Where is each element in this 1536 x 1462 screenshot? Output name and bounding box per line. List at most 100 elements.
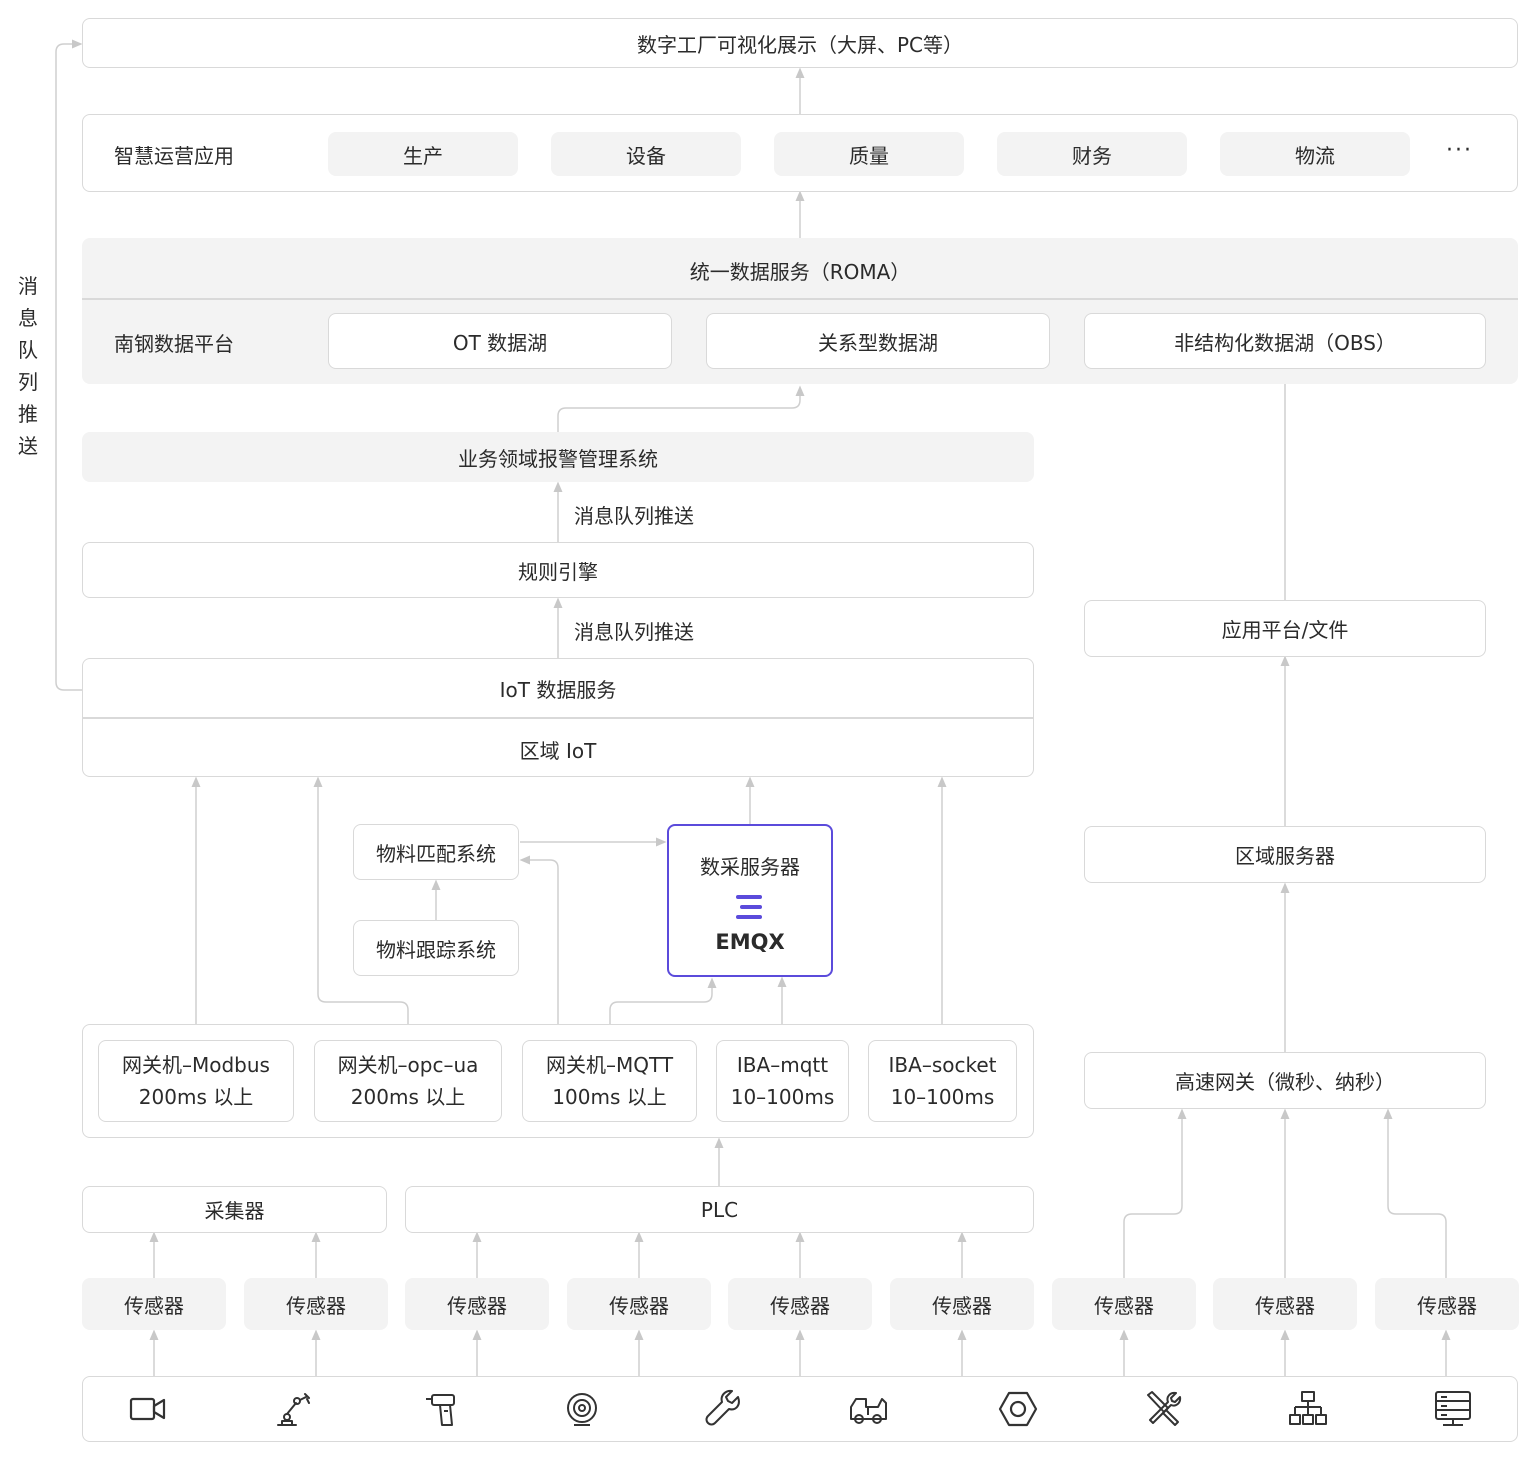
gateway-latency: 100ms 以上 (552, 1085, 667, 1109)
rule-engine-box: 规则引擎 (82, 542, 1034, 598)
wrench-icon (704, 1389, 744, 1429)
server-icon (1433, 1389, 1473, 1429)
app-platform-box: 应用平台/文件 (1084, 600, 1486, 657)
gateway-name: 网关机–opc–ua (337, 1053, 479, 1077)
network-icon (1288, 1389, 1328, 1429)
emqx-brand-label: EMQX (715, 930, 785, 954)
relational-data-lake: 关系型数据湖 (706, 313, 1050, 369)
sensor-box: 传感器 (890, 1278, 1034, 1330)
side-label-char: 队 (18, 338, 38, 362)
gateway-name: IBA–mqtt (736, 1053, 829, 1077)
platform-divider (82, 298, 1518, 300)
drill-icon (422, 1389, 462, 1429)
ot-data-lake: OT 数据湖 (328, 313, 672, 369)
regional-server-box: 区域服务器 (1084, 826, 1486, 883)
gateway-iba-mqtt: IBA–mqtt 10–100ms (716, 1040, 849, 1122)
mq-push-label-2: 消息队列推送 (574, 620, 694, 644)
side-label-char: 消 (18, 274, 38, 298)
robot-arm-icon (274, 1389, 314, 1429)
app-item-finance: 财务 (997, 132, 1187, 176)
unified-service-title: 统一数据服务（ROMA） (689, 260, 911, 284)
material-match-box: 物料匹配系统 (353, 824, 519, 880)
material-track-label: 物料跟踪系统 (376, 937, 496, 962)
top-display-box: 数字工厂可视化展示（大屏、PC等） (82, 18, 1518, 68)
data-platform-label: 南钢数据平台 (114, 332, 234, 356)
app-platform-label: 应用平台/文件 (1221, 618, 1349, 642)
alarm-system-label: 业务领域报警管理系统 (458, 446, 658, 471)
sensor-box: 传感器 (728, 1278, 872, 1330)
plc-label: PLC (700, 1197, 739, 1222)
sensor-label: 传感器 (1094, 1293, 1154, 1318)
app-item-label: 财务 (1072, 143, 1112, 168)
sensor-label: 传感器 (932, 1293, 992, 1318)
iot-divider (82, 717, 1034, 719)
sensor-box: 传感器 (1375, 1278, 1519, 1330)
sensor-box: 传感器 (1213, 1278, 1357, 1330)
app-item-production: 生产 (328, 132, 518, 176)
sensor-label: 传感器 (286, 1293, 346, 1318)
gateway-latency: 10–100ms (890, 1085, 995, 1109)
app-item-label: 物流 (1295, 143, 1335, 168)
sensor-box: 传感器 (1052, 1278, 1196, 1330)
top-display-label: 数字工厂可视化展示（大屏、PC等） (636, 32, 964, 57)
relational-data-lake-label: 关系型数据湖 (818, 330, 938, 355)
app-item-label: 生产 (403, 143, 443, 168)
app-item-label: 设备 (626, 143, 666, 168)
sensor-label: 传感器 (770, 1293, 830, 1318)
sensor-label: 传感器 (1255, 1293, 1315, 1318)
camera-icon (128, 1389, 168, 1429)
side-label-char: 送 (18, 434, 38, 458)
app-item-quality: 质量 (774, 132, 964, 176)
alarm-system-box: 业务领域报警管理系统 (82, 432, 1034, 482)
smart-apps-label: 智慧运营应用 (114, 144, 234, 168)
collector-box: 采集器 (82, 1186, 387, 1233)
iot-data-service-label: IoT 数据服务 (499, 678, 617, 702)
truck-icon (848, 1389, 888, 1429)
gateway-latency: 200ms 以上 (138, 1085, 254, 1109)
high-speed-gateway-box: 高速网关（微秒、纳秒） (1084, 1052, 1486, 1109)
gateway-iba-socket: IBA–socket 10–100ms (868, 1040, 1017, 1122)
material-match-label: 物料匹配系统 (376, 841, 496, 866)
side-label-char: 息 (18, 306, 38, 330)
gateway-latency: 10–100ms (730, 1085, 835, 1109)
data-server-box: 数采服务器 EMQX (667, 824, 833, 977)
hex-nut-icon (998, 1389, 1038, 1429)
side-label-char: 列 (18, 370, 38, 394)
emqx-logo-icon (736, 895, 762, 919)
plc-box: PLC (405, 1186, 1034, 1233)
regional-iot-label: 区域 IoT (519, 739, 597, 763)
gateway-opcua: 网关机–opc–ua 200ms 以上 (314, 1040, 502, 1122)
high-speed-gateway-label: 高速网关（微秒、纳秒） (1175, 1070, 1395, 1094)
rule-engine-label: 规则引擎 (518, 559, 598, 584)
more-ellipsis: ··· (1446, 138, 1473, 163)
sensor-label: 传感器 (124, 1293, 184, 1318)
gateway-name: 网关机–MQTT (545, 1053, 674, 1077)
app-item-logistics: 物流 (1220, 132, 1410, 176)
sensor-box: 传感器 (567, 1278, 711, 1330)
unstructured-data-lake: 非结构化数据湖（OBS） (1084, 313, 1486, 369)
gateway-name: 网关机–Modbus (122, 1053, 270, 1077)
unstructured-data-lake-label: 非结构化数据湖（OBS） (1174, 330, 1396, 355)
regional-server-label: 区域服务器 (1235, 844, 1335, 868)
material-track-box: 物料跟踪系统 (353, 920, 519, 976)
sensor-label: 传感器 (447, 1293, 507, 1318)
sensor-box: 传感器 (244, 1278, 388, 1330)
data-server-title: 数采服务器 (700, 855, 800, 879)
mq-push-label-1: 消息队列推送 (574, 504, 694, 528)
gateway-mqtt: 网关机–MQTT 100ms 以上 (522, 1040, 697, 1122)
ot-data-lake-label: OT 数据湖 (452, 330, 548, 355)
sensor-box: 传感器 (405, 1278, 549, 1330)
gateway-latency: 200ms 以上 (350, 1085, 466, 1109)
app-item-label: 质量 (849, 143, 889, 168)
side-label-mq-push: 消 息 队 列 推 送 (16, 270, 40, 462)
sensor-label: 传感器 (609, 1293, 669, 1318)
tools-icon (1144, 1389, 1184, 1429)
sensor-label: 传感器 (1417, 1293, 1477, 1318)
side-label-char: 推 (18, 402, 38, 426)
sensor-box: 传感器 (82, 1278, 226, 1330)
gateway-name: IBA–socket (888, 1053, 997, 1077)
app-item-equipment: 设备 (551, 132, 741, 176)
collector-label: 采集器 (204, 1199, 265, 1223)
disc-icon (562, 1389, 602, 1429)
gateway-modbus: 网关机–Modbus 200ms 以上 (98, 1040, 294, 1122)
